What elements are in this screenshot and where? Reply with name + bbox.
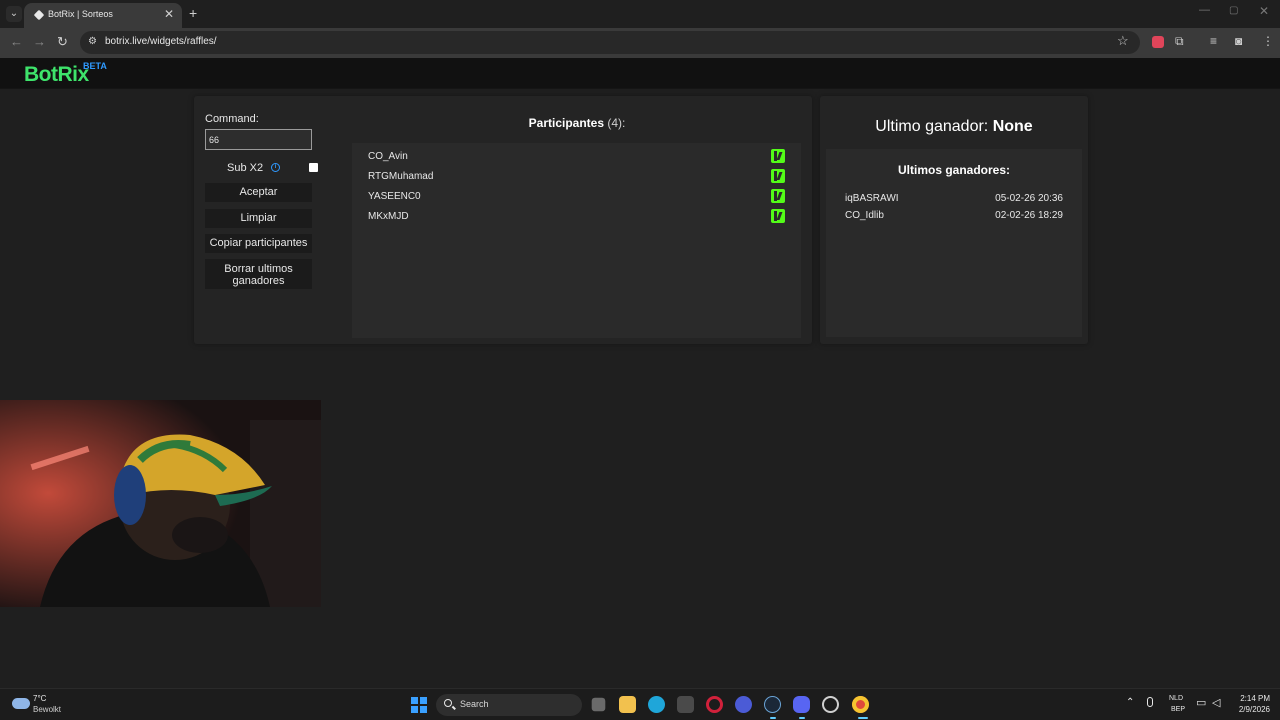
clear-button[interactable]: Limpiar: [205, 209, 312, 228]
tray-chevron-icon[interactable]: ⌃: [1126, 697, 1134, 708]
keyboard-layout-indicator[interactable]: BEP: [1171, 706, 1185, 713]
recent-winners-box: Ultimos ganadores: iqBASRAWI 05-02-26 20…: [826, 149, 1082, 337]
participant-name: CO_Avin: [368, 151, 408, 162]
participants-title: Participantes (4):: [352, 116, 802, 130]
winner-date: 05-02-26 20:36: [995, 193, 1063, 204]
recent-winners-title: Ultimos ganadores:: [897, 163, 1011, 177]
gamebar-icon[interactable]: [822, 696, 839, 713]
tab-title: BotRix | Sorteos: [48, 9, 113, 19]
winner-row: CO_Idlib 02-02-26 18:29: [845, 210, 1063, 224]
info-icon[interactable]: i: [271, 163, 280, 172]
participant-row: RTGMuhamad: [368, 169, 788, 185]
last-winner: Ultimo ganador: None: [820, 118, 1088, 136]
media-queue-icon[interactable]: ≡: [1210, 34, 1217, 48]
search-icon: [444, 699, 452, 707]
taskbar-search[interactable]: Search: [436, 694, 582, 716]
url-text[interactable]: botrix.live/widgets/raffles/: [105, 36, 217, 47]
botrix-favicon-icon: [33, 9, 45, 21]
command-label: Command:: [205, 113, 259, 125]
extension-red-icon[interactable]: [1152, 36, 1164, 48]
kick-icon: [771, 149, 785, 163]
window-maximize-button[interactable]: ▢: [1229, 5, 1238, 16]
last-winner-value: None: [992, 118, 1033, 135]
botrix-logo[interactable]: BotRix: [24, 63, 89, 87]
participant-name: YASEENC0: [368, 191, 421, 202]
tab-search-icon[interactable]: ⌄: [6, 6, 22, 22]
weather-temperature[interactable]: 7°C: [33, 694, 46, 703]
participant-name: MKxMJD: [368, 211, 409, 222]
participants-count: (4):: [607, 116, 626, 130]
kick-icon: [771, 169, 785, 183]
tab-close-icon[interactable]: ✕: [164, 7, 174, 21]
discord-icon[interactable]: [793, 696, 810, 713]
webcam-overlay: [0, 400, 321, 607]
store-icon[interactable]: [677, 696, 694, 713]
back-button[interactable]: ←: [10, 34, 23, 49]
participant-row: MKxMJD: [368, 209, 788, 225]
copilot-icon[interactable]: [735, 696, 752, 713]
steam-icon[interactable]: [764, 696, 781, 713]
edge-icon[interactable]: [648, 696, 665, 713]
forward-button[interactable]: →: [33, 34, 46, 49]
windows-start-icon[interactable]: [411, 697, 427, 713]
volume-icon[interactable]: ◁: [1212, 696, 1220, 709]
winner-row: iqBASRAWI 05-02-26 20:36: [845, 193, 1063, 207]
site-info-icon[interactable]: ⚙: [88, 36, 100, 48]
command-input[interactable]: [205, 129, 312, 150]
address-bar[interactable]: ⚙ botrix.live/widgets/raffles/ ☆: [80, 31, 1140, 54]
participants-list: CO_Avin RTGMuhamad YASEENC0 MKxMJD: [352, 143, 801, 338]
puzzle-extensions-icon[interactable]: ⧉: [1175, 34, 1184, 49]
site-header: BotRix BETA: [0, 58, 1280, 89]
weather-description[interactable]: Bewolkt: [33, 705, 61, 714]
cloud-icon[interactable]: [12, 698, 30, 709]
last-winner-label: Ultimo ganador:: [875, 118, 989, 135]
participant-row: YASEENC0: [368, 189, 788, 205]
window-close-button[interactable]: ✕: [1259, 4, 1269, 18]
opera-icon[interactable]: [706, 696, 723, 713]
browser-toolbar: ← → ↻ ⚙ botrix.live/widgets/raffles/ ☆ ⧉…: [0, 28, 1280, 58]
new-tab-button[interactable]: +: [189, 5, 197, 21]
search-label: Search: [460, 699, 489, 709]
language-indicator[interactable]: NLD: [1169, 695, 1183, 702]
chrome-active-indicator: [858, 717, 868, 719]
clock-time[interactable]: 2:14 PM: [1228, 694, 1270, 703]
chrome-icon[interactable]: [852, 696, 869, 713]
winner-date: 02-02-26 18:29: [995, 210, 1063, 221]
copy-participants-button[interactable]: Copiar participantes: [205, 234, 312, 253]
kick-icon: [771, 209, 785, 223]
subx2-label: Sub X2: [227, 162, 264, 174]
participant-row: CO_Avin: [368, 149, 788, 165]
winner-name: iqBASRAWI: [845, 193, 899, 204]
kick-icon: [771, 189, 785, 203]
webcam-image: [0, 400, 321, 607]
menu-icon[interactable]: ⋮: [1262, 34, 1274, 48]
participants-title-label: Participantes: [528, 116, 605, 130]
winner-name: CO_Idlib: [845, 210, 884, 221]
beta-badge: BETA: [83, 61, 107, 71]
bookmark-star-icon[interactable]: ☆: [1117, 33, 1129, 49]
microphone-icon[interactable]: [1147, 697, 1153, 707]
steam-active-indicator: [770, 717, 776, 719]
reload-button[interactable]: ↻: [57, 34, 68, 50]
delete-winners-button[interactable]: Borrar ultimos ganadores: [205, 259, 312, 289]
file-explorer-icon[interactable]: [619, 696, 636, 713]
accept-button[interactable]: Aceptar: [205, 183, 312, 202]
participant-name: RTGMuhamad: [368, 171, 434, 182]
network-icon[interactable]: ▭: [1196, 696, 1206, 709]
subx2-checkbox[interactable]: [309, 163, 318, 172]
profile-icon[interactable]: ◙: [1235, 34, 1242, 48]
browser-tab[interactable]: BotRix | Sorteos ✕: [24, 3, 182, 28]
clock-date[interactable]: 2/9/2026: [1222, 705, 1270, 714]
task-view-icon[interactable]: [591, 697, 606, 712]
window-minimize-button[interactable]: —: [1199, 4, 1210, 16]
discord-active-indicator: [799, 717, 805, 719]
browser-tab-strip: ⌄ BotRix | Sorteos ✕ + — ▢ ✕: [0, 0, 1280, 28]
taskbar: 7°C Bewolkt Search ⌃ NLD BEP ▭ ◁ 2:14 PM…: [0, 688, 1280, 720]
